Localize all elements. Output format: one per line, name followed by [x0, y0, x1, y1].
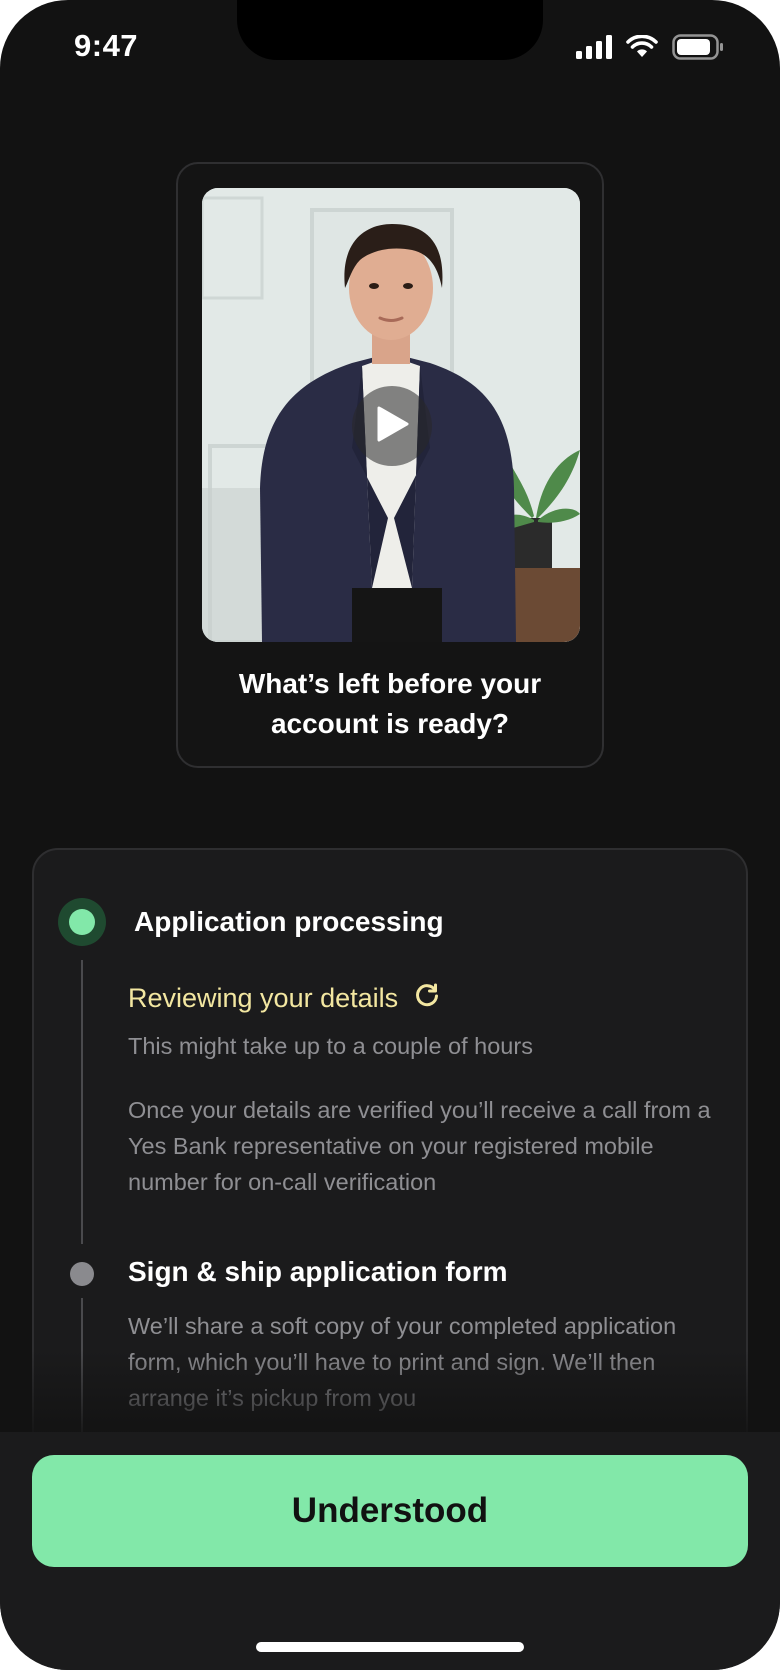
step-note-duration: This might take up to a couple of hours [128, 1033, 533, 1059]
substep-reviewing-details: Reviewing your details [128, 982, 440, 1015]
step-note-verification-call: Once your details are verified you’ll re… [128, 1097, 711, 1195]
video-caption: What’s left before your account is ready… [238, 668, 542, 739]
video-thumbnail[interactable] [202, 188, 580, 642]
battery-icon [672, 34, 724, 65]
substep-title: Reviewing your details [128, 983, 399, 1013]
step-title-application-processing: Application processing [134, 906, 444, 937]
step-title-sign-ship: Sign & ship application form [128, 1256, 508, 1287]
status-time: 9:47 [74, 28, 139, 63]
active-step-indicator [58, 898, 106, 946]
timeline-connector [81, 960, 83, 1244]
home-indicator[interactable] [256, 1642, 524, 1652]
signal-icon [576, 35, 612, 64]
refresh-icon [414, 982, 440, 1015]
pending-step-indicator [70, 1262, 94, 1286]
status-icons [576, 34, 724, 65]
phone-screen: 9:47 What’s left before your account is … [0, 0, 780, 1670]
scroll-fade [0, 1350, 780, 1432]
understood-button[interactable]: Understood [32, 1455, 748, 1567]
notch [237, 0, 543, 60]
video-card[interactable]: What’s left before your account is ready… [176, 162, 604, 768]
wifi-icon [626, 34, 658, 64]
play-icon [373, 404, 411, 449]
play-button[interactable] [352, 386, 432, 466]
